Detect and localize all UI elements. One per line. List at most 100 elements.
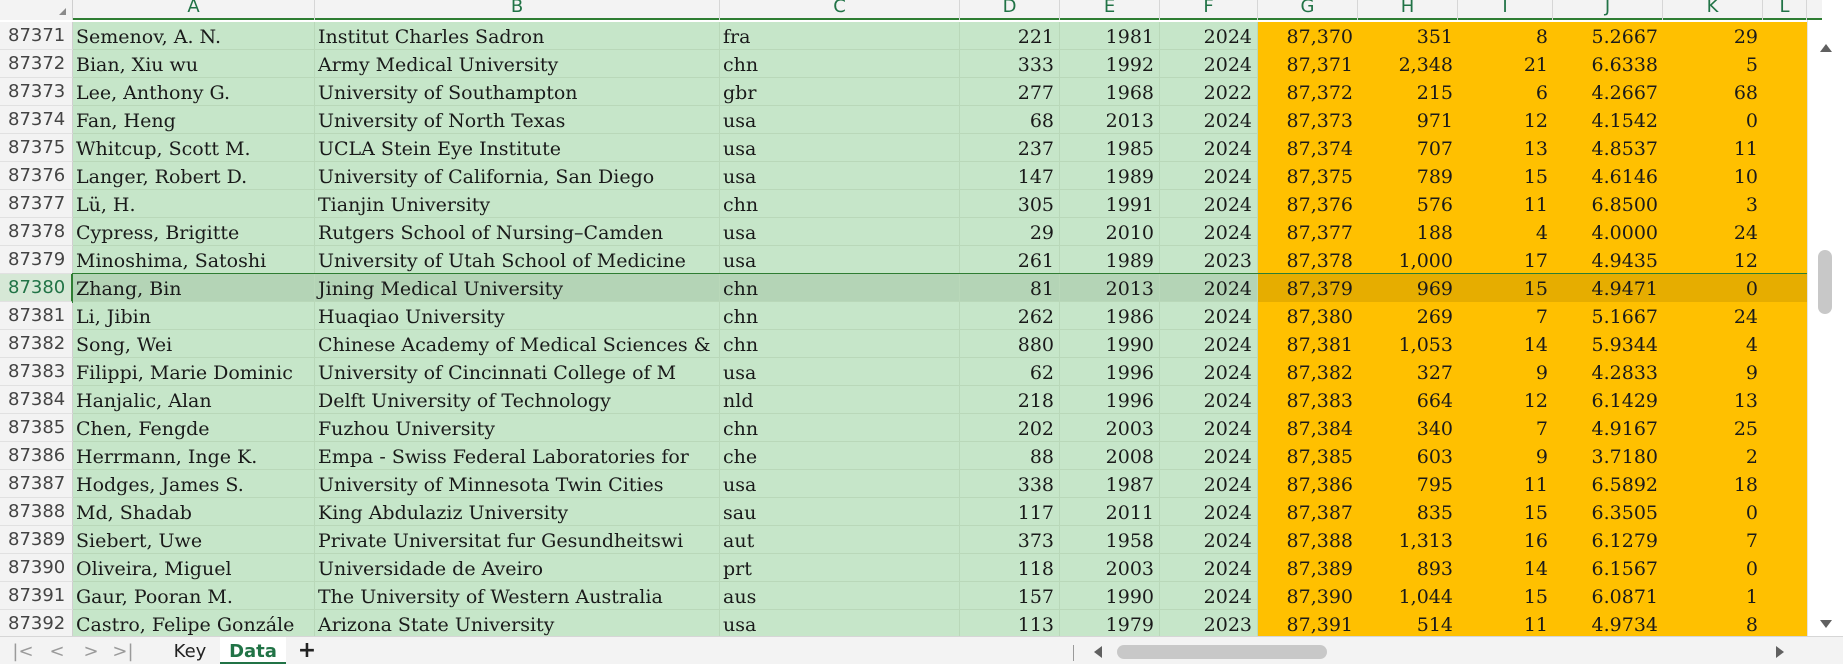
cell-f[interactable]: 2024 xyxy=(1160,302,1258,330)
row-header[interactable]: 87381 xyxy=(0,302,73,330)
cell-e[interactable]: 1986 xyxy=(1060,302,1160,330)
cell-a[interactable]: Lü, H. xyxy=(73,190,315,218)
cell-c[interactable]: chn xyxy=(720,330,960,358)
column-header-j[interactable]: J xyxy=(1553,0,1663,20)
cell-h[interactable]: 969 xyxy=(1358,274,1458,302)
cell-l[interactable] xyxy=(1763,582,1807,610)
cell-e[interactable]: 1990 xyxy=(1060,582,1160,610)
cell-l[interactable] xyxy=(1763,330,1807,358)
cell-c[interactable]: aus xyxy=(720,582,960,610)
cell-i[interactable]: 17 xyxy=(1458,246,1553,274)
row-header[interactable]: 87386 xyxy=(0,442,73,470)
cell-j[interactable]: 4.2833 xyxy=(1553,358,1663,386)
cell-c[interactable]: usa xyxy=(720,358,960,386)
cell-a[interactable]: Minoshima, Satoshi xyxy=(73,246,315,274)
cell-g[interactable]: 87,376 xyxy=(1258,190,1358,218)
cell-d[interactable]: 277 xyxy=(960,78,1060,106)
scroll-down-icon[interactable] xyxy=(1820,620,1832,628)
cell-d[interactable]: 88 xyxy=(960,442,1060,470)
cell-d[interactable]: 262 xyxy=(960,302,1060,330)
cell-b[interactable]: Army Medical University xyxy=(315,50,720,78)
cell-b[interactable]: King Abdulaziz University xyxy=(315,498,720,526)
cell-c[interactable]: usa xyxy=(720,610,960,638)
cell-h[interactable]: 576 xyxy=(1358,190,1458,218)
cell-b[interactable]: Universidade de Aveiro xyxy=(315,554,720,582)
cell-c[interactable]: chn xyxy=(720,414,960,442)
cell-a[interactable]: Song, Wei xyxy=(73,330,315,358)
cell-i[interactable]: 11 xyxy=(1458,610,1553,638)
cell-h[interactable]: 269 xyxy=(1358,302,1458,330)
cell-j[interactable]: 4.2667 xyxy=(1553,78,1663,106)
cell-b[interactable]: University of North Texas xyxy=(315,106,720,134)
cell-i[interactable]: 15 xyxy=(1458,274,1553,302)
scroll-right-icon[interactable] xyxy=(1776,646,1784,658)
cell-b[interactable]: Fuzhou University xyxy=(315,414,720,442)
cell-i[interactable]: 13 xyxy=(1458,134,1553,162)
cell-k[interactable]: 11 xyxy=(1663,134,1763,162)
cell-i[interactable]: 8 xyxy=(1458,22,1553,50)
cell-b[interactable]: Chinese Academy of Medical Sciences & xyxy=(315,330,720,358)
cell-d[interactable]: 218 xyxy=(960,386,1060,414)
cell-d[interactable]: 118 xyxy=(960,554,1060,582)
cell-f[interactable]: 2024 xyxy=(1160,218,1258,246)
cell-c[interactable]: aut xyxy=(720,526,960,554)
cell-c[interactable]: chn xyxy=(720,274,960,302)
cell-g[interactable]: 87,388 xyxy=(1258,526,1358,554)
cell-c[interactable]: usa xyxy=(720,218,960,246)
cell-e[interactable]: 2010 xyxy=(1060,218,1160,246)
add-sheet-button[interactable]: + xyxy=(292,637,322,664)
cell-b[interactable]: University of Cincinnati College of M xyxy=(315,358,720,386)
cell-b[interactable]: Jining Medical University xyxy=(315,274,720,302)
cell-b[interactable]: Private Universitat fur Gesundheitswi xyxy=(315,526,720,554)
cell-a[interactable]: Lee, Anthony G. xyxy=(73,78,315,106)
cell-i[interactable]: 14 xyxy=(1458,330,1553,358)
cell-d[interactable]: 237 xyxy=(960,134,1060,162)
cell-a[interactable]: Md, Shadab xyxy=(73,498,315,526)
cell-g[interactable]: 87,384 xyxy=(1258,414,1358,442)
cell-g[interactable]: 87,381 xyxy=(1258,330,1358,358)
cell-f[interactable]: 2024 xyxy=(1160,358,1258,386)
cell-f[interactable]: 2024 xyxy=(1160,106,1258,134)
cell-i[interactable]: 9 xyxy=(1458,442,1553,470)
row-header[interactable]: 87388 xyxy=(0,498,73,526)
cell-f[interactable]: 2024 xyxy=(1160,162,1258,190)
row-header[interactable]: 87389 xyxy=(0,526,73,554)
cell-d[interactable]: 81 xyxy=(960,274,1060,302)
row-header[interactable]: 87387 xyxy=(0,470,73,498)
cell-j[interactable]: 6.1429 xyxy=(1553,386,1663,414)
cell-k[interactable]: 68 xyxy=(1663,78,1763,106)
cell-j[interactable]: 4.9167 xyxy=(1553,414,1663,442)
cell-l[interactable] xyxy=(1763,162,1807,190)
cell-g[interactable]: 87,372 xyxy=(1258,78,1358,106)
cell-e[interactable]: 2008 xyxy=(1060,442,1160,470)
horizontal-scroll-thumb[interactable] xyxy=(1117,645,1327,659)
cell-d[interactable]: 29 xyxy=(960,218,1060,246)
column-header-k[interactable]: K xyxy=(1663,0,1763,20)
cell-f[interactable]: 2024 xyxy=(1160,582,1258,610)
cell-e[interactable]: 2003 xyxy=(1060,414,1160,442)
scroll-left-icon[interactable] xyxy=(1094,646,1102,658)
cell-k[interactable]: 9 xyxy=(1663,358,1763,386)
cell-f[interactable]: 2024 xyxy=(1160,50,1258,78)
first-sheet-button[interactable]: |< xyxy=(8,639,38,664)
cell-l[interactable] xyxy=(1763,246,1807,274)
cell-j[interactable]: 6.1279 xyxy=(1553,526,1663,554)
row-header[interactable]: 87383 xyxy=(0,358,73,386)
vertical-scroll-thumb[interactable] xyxy=(1818,250,1832,314)
cell-c[interactable]: chn xyxy=(720,302,960,330)
cell-h[interactable]: 340 xyxy=(1358,414,1458,442)
row-header[interactable]: 87375 xyxy=(0,134,73,162)
cell-b[interactable]: Empa - Swiss Federal Laboratories for xyxy=(315,442,720,470)
cell-d[interactable]: 338 xyxy=(960,470,1060,498)
cell-e[interactable]: 1968 xyxy=(1060,78,1160,106)
cell-c[interactable]: sau xyxy=(720,498,960,526)
cell-f[interactable]: 2022 xyxy=(1160,78,1258,106)
next-sheet-button[interactable]: > xyxy=(76,639,106,664)
cell-h[interactable]: 664 xyxy=(1358,386,1458,414)
row-header[interactable]: 87373 xyxy=(0,78,73,106)
cell-b[interactable]: Delft University of Technology xyxy=(315,386,720,414)
cell-k[interactable]: 24 xyxy=(1663,218,1763,246)
cell-i[interactable]: 14 xyxy=(1458,554,1553,582)
cell-i[interactable]: 21 xyxy=(1458,50,1553,78)
cell-a[interactable]: Castro, Felipe Gonzále xyxy=(73,610,315,638)
